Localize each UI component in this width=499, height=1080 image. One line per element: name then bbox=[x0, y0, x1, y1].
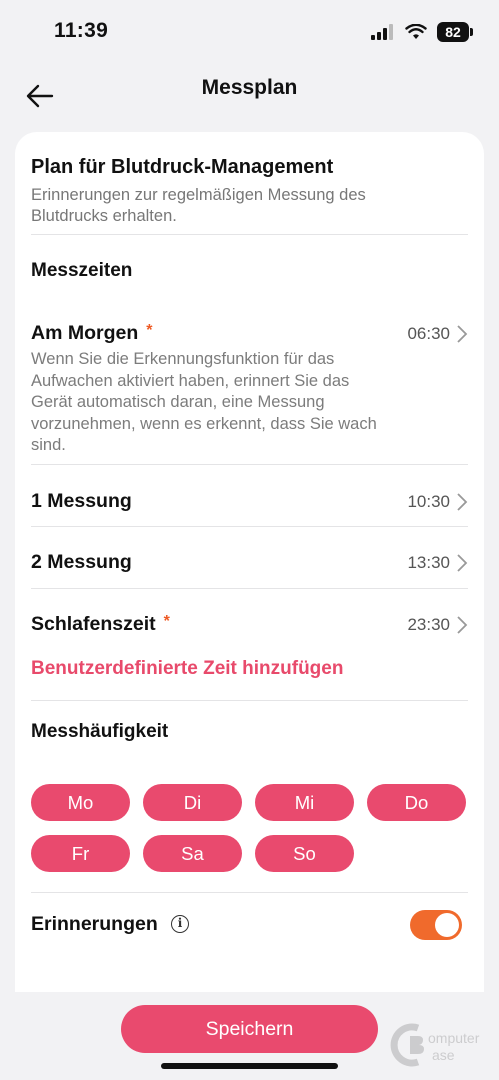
reminders-toggle[interactable] bbox=[410, 910, 462, 940]
reminders-label: Erinnerungen bbox=[31, 913, 158, 935]
home-indicator bbox=[161, 1063, 338, 1069]
page-title: Messplan bbox=[201, 76, 298, 99]
plan-card: Plan für Blutdruck-Management Erinnerung… bbox=[15, 132, 484, 992]
wifi-icon bbox=[405, 24, 427, 39]
status-bar: 11:39 82 bbox=[0, 0, 499, 64]
status-icons: 82 bbox=[371, 22, 473, 42]
svg-text:omputer: omputer bbox=[428, 1030, 480, 1046]
status-time: 11:39 bbox=[54, 19, 109, 42]
svg-text:ase: ase bbox=[432, 1047, 455, 1063]
nav-bar: Messplan bbox=[0, 64, 499, 116]
battery-icon: 82 bbox=[437, 22, 473, 42]
signal-icon bbox=[371, 24, 393, 40]
info-icon[interactable]: i bbox=[171, 915, 189, 933]
computerbase-watermark: omputer ase bbox=[390, 1023, 480, 1067]
toggle-knob bbox=[435, 913, 459, 937]
save-button[interactable]: Speichern bbox=[121, 1005, 378, 1053]
